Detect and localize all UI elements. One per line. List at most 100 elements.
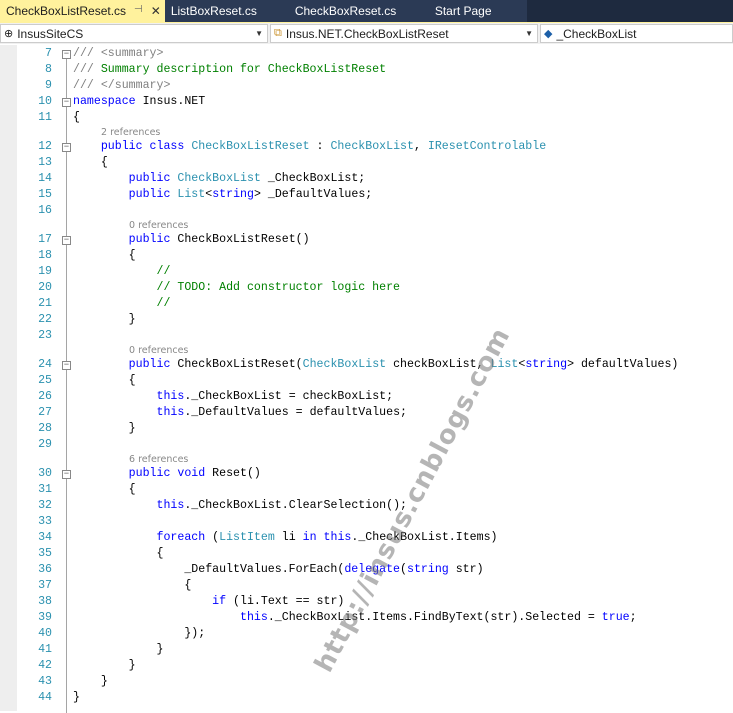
code-token: { [73,483,136,496]
navigation-bar: ⊕ InsusSiteCS ▼ ⧉ Insus.NET.CheckBoxList… [0,22,733,44]
code-line: 40 }); [0,626,733,642]
tab-checkboxreset[interactable]: CheckBoxReset.cs [285,0,425,22]
code-token: ListItem [219,531,275,544]
code-token: CheckBoxList [177,172,261,185]
code-line: 34 foreach (ListItem li in this._CheckBo… [0,530,733,546]
code-editor[interactable]: 7−/// <summary> 8/// Summary description … [0,45,733,713]
code-token: (li.Text == str) [226,595,345,608]
code-token: public [128,358,171,371]
code-token: // [156,265,171,278]
code-line: 20 // TODO: Add constructor logic here [0,280,733,296]
line-number: 12 [38,140,52,153]
code-token: this [156,499,185,512]
member-dropdown[interactable]: ◆ _CheckBoxList [540,24,733,43]
line-number: 34 [38,531,52,544]
line-number: 26 [38,390,52,403]
code-token: { [73,111,80,124]
codelens-references[interactable]: 0 references [0,219,733,232]
code-text: { [73,248,136,264]
collapse-icon[interactable]: − [62,98,71,107]
code-token: CheckBoxListReset( [170,358,303,371]
type-dropdown[interactable]: ⧉ Insus.NET.CheckBoxListReset ▼ [270,24,538,43]
code-token: { [73,579,192,592]
code-token: this [156,406,185,419]
collapse-icon[interactable]: − [62,50,71,59]
line-number: 44 [38,691,52,704]
collapse-icon[interactable]: − [62,470,71,479]
code-token: this [323,531,352,544]
code-token: if [212,595,227,608]
code-token: } [73,422,136,435]
project-value: InsusSiteCS [17,26,84,41]
codelens-references[interactable]: 6 references [0,453,733,466]
project-dropdown[interactable]: ⊕ InsusSiteCS ▼ [0,24,268,43]
line-number: 8 [45,63,52,76]
code-text: /// <summary> [73,46,163,62]
tab-start-page[interactable]: Start Page [425,0,525,22]
code-token: CheckBoxListReset() [170,233,310,246]
code-token: foreach [156,531,206,544]
collapse-icon[interactable]: − [62,236,71,245]
type-value: Insus.NET.CheckBoxListReset [285,26,449,41]
collapse-icon[interactable]: − [62,361,71,370]
code-text: this._CheckBoxList = checkBoxList; [73,389,394,405]
code-text: if (li.Text == str) [73,594,344,610]
code-line: 19 // [0,264,733,280]
line-number: 10 [38,95,52,108]
line-number: 41 [38,643,52,656]
code-line: 11 { [0,110,733,126]
code-line: 9 /// </summary> [0,78,733,94]
code-line: 22 } [0,312,733,328]
codelens-references[interactable]: 2 references [0,126,733,139]
code-line: 13 { [0,155,733,171]
tab-listboxreset[interactable]: ListBoxReset.cs [165,0,285,22]
code-line: 28 } [0,421,733,437]
code-line: 24 − public CheckBoxListReset(CheckBoxLis… [0,357,733,373]
code-line: 43 } [0,674,733,690]
code-line: 25 { [0,373,733,389]
code-token: { [73,249,136,262]
code-token: public [128,233,171,246]
tab-bar-right [527,0,733,22]
code-token: /// <summary> [73,47,164,60]
line-number: 29 [38,438,52,451]
chevron-down-icon: ▼ [255,29,263,38]
pin-icon[interactable]: ⊣ [134,4,143,22]
code-line: 8 /// Summary description for CheckBoxLis… [0,62,733,78]
tab-checkboxlistreset[interactable]: CheckBoxListReset.cs ⊣ ✕ [0,0,165,22]
code-text: this._DefaultValues = defaultValues; [73,405,407,421]
code-token: CheckBoxList [330,140,414,153]
line-number: 37 [38,579,52,592]
code-token: this [239,611,268,624]
collapse-icon[interactable]: − [62,143,71,152]
code-token: ._DefaultValues = defaultValues; [184,406,407,419]
codelens-references[interactable]: 0 references [0,344,733,357]
code-token: true [601,611,630,624]
code-token: } [73,675,108,688]
close-icon[interactable]: ✕ [151,4,161,22]
code-line: 7 −/// <summary> [0,46,733,62]
code-line: 23 [0,328,733,344]
line-number: 36 [38,563,52,576]
code-token: { [73,156,108,169]
code-token: Reset() [205,467,261,480]
line-number: 42 [38,659,52,672]
code-token: in [302,531,317,544]
code-text: } [73,642,163,658]
code-line: 31 { [0,482,733,498]
code-text: { [73,578,191,594]
line-number: 38 [38,595,52,608]
tab-label: CheckBoxListReset.cs [6,4,127,18]
code-token: Summary description for CheckBoxListRese… [93,63,387,76]
code-token: string [212,188,254,201]
code-text: public CheckBoxListReset() [73,232,310,248]
